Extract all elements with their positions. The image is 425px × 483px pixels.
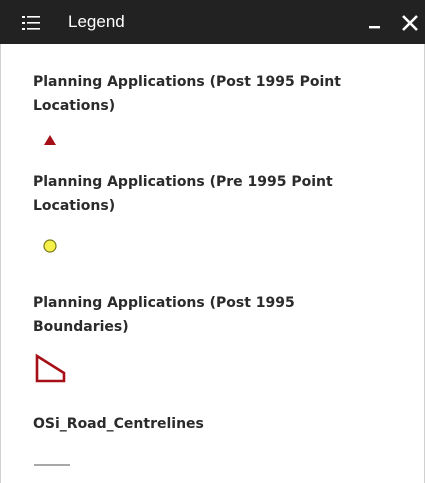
legend-panel: Legend Planning Applications (Post 1995 … xyxy=(0,0,425,483)
legend-titlebar: Legend xyxy=(0,0,425,44)
layer-label-post-1995-boundaries: Planning Applications (Post 1995 Boundar… xyxy=(33,295,295,335)
layer-label-road-centrelines: OSi_Road_Centrelines xyxy=(33,416,204,432)
layer-label-post-1995-points: Planning Applications (Post 1995 Point L… xyxy=(33,74,341,114)
close-icon[interactable] xyxy=(398,11,422,35)
legend-title: Legend xyxy=(68,12,125,31)
circle-marker-icon xyxy=(43,239,57,253)
line-symbol-icon xyxy=(34,464,70,466)
minimize-icon[interactable] xyxy=(365,12,387,34)
list-icon xyxy=(22,16,40,30)
panel-left-border xyxy=(0,44,1,483)
layer-label-pre-1995-points: Planning Applications (Pre 1995 Point Lo… xyxy=(33,174,333,214)
triangle-marker-icon xyxy=(44,135,56,145)
polygon-outline-icon xyxy=(35,353,66,383)
